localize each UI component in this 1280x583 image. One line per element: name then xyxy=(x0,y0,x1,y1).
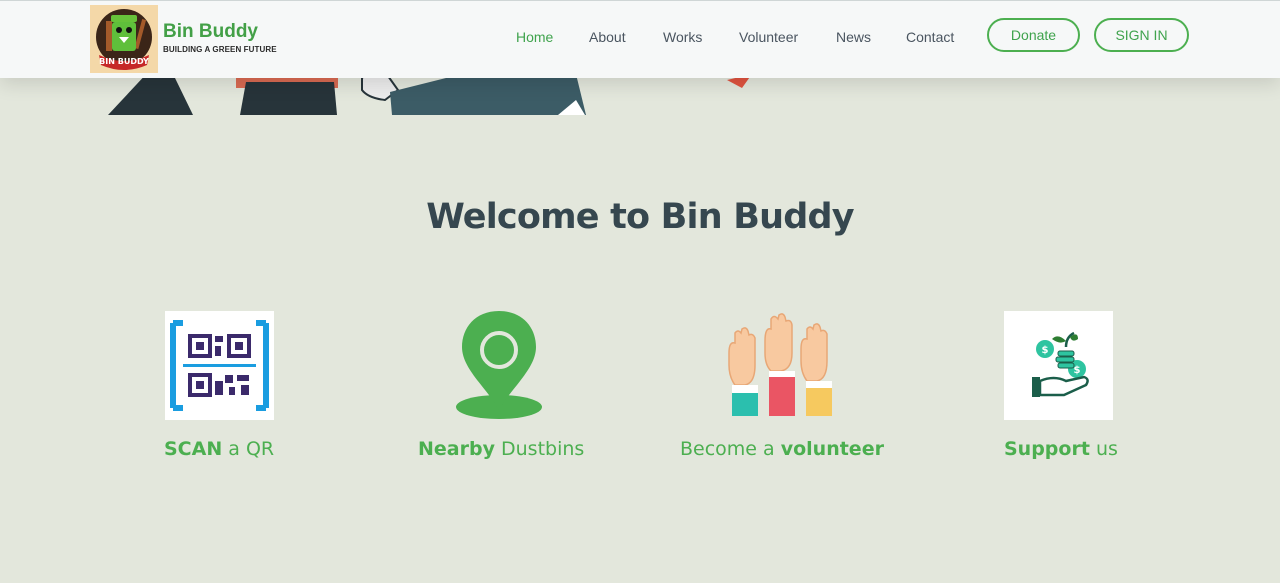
nav-news[interactable]: News xyxy=(836,29,871,45)
nav-about[interactable]: About xyxy=(589,29,626,45)
feature-volunteer-label[interactable]: Become a volunteer xyxy=(680,438,884,460)
qr-code-icon[interactable] xyxy=(165,311,274,420)
sign-in-button[interactable]: SIGN IN xyxy=(1094,18,1189,52)
svg-text:$: $ xyxy=(1042,345,1049,356)
map-pin-icon[interactable] xyxy=(445,311,554,420)
raised-hands-icon[interactable] xyxy=(725,311,834,420)
feature-scan-qr-label[interactable]: SCAN a QR xyxy=(164,438,274,460)
feature-support-label[interactable]: Support us xyxy=(1004,438,1118,460)
top-navbar: BIN BUDDY Bin Buddy BUILDING A GREEN FUT… xyxy=(0,0,1280,78)
svg-text:$: $ xyxy=(1074,365,1081,376)
feature-nearby-dustbins-label[interactable]: Nearby Dustbins xyxy=(418,438,584,460)
nav-works[interactable]: Works xyxy=(663,29,702,45)
nav-contact[interactable]: Contact xyxy=(906,29,954,45)
nav-volunteer[interactable]: Volunteer xyxy=(739,29,798,45)
nav-menu: Home About Works Volunteer News Contact xyxy=(0,29,1280,49)
donate-button[interactable]: Donate xyxy=(987,18,1080,52)
donation-plant-icon[interactable]: $ $ xyxy=(1004,311,1113,420)
svg-text:BIN BUDDY: BIN BUDDY xyxy=(99,57,149,66)
nav-home[interactable]: Home xyxy=(516,29,553,45)
welcome-title: Welcome to Bin Buddy xyxy=(426,197,854,237)
